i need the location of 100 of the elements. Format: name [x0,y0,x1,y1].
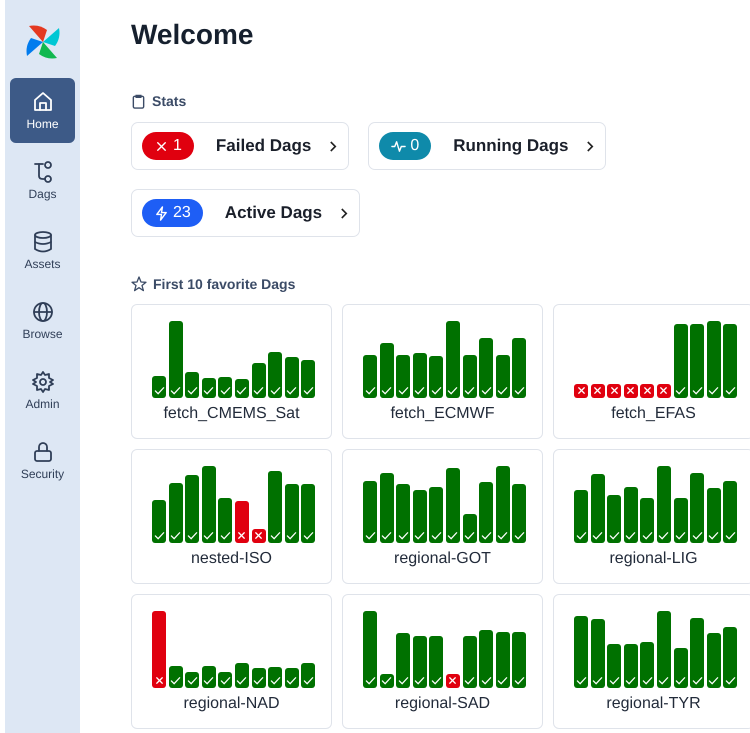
success-run-bar[interactable] [723,324,738,398]
success-run-bar[interactable] [202,666,216,688]
success-run-bar[interactable] [363,481,377,543]
success-run-bar[interactable] [284,484,299,543]
success-run-bar[interactable] [446,468,460,543]
success-run-bar[interactable] [674,648,688,688]
stat-card[interactable]: 1 Failed Dags [131,122,350,170]
success-run-bar[interactable] [152,376,166,398]
success-run-bar[interactable] [512,632,526,688]
success-run-bar[interactable] [674,498,688,543]
failed-run-bar[interactable] [590,384,605,398]
success-run-bar[interactable] [301,662,316,688]
success-run-bar[interactable] [590,474,605,543]
success-run-bar[interactable] [284,668,299,688]
success-run-bar[interactable] [479,338,494,398]
failed-run-bar[interactable] [252,529,266,543]
success-run-bar[interactable] [462,514,477,543]
success-run-bar[interactable] [656,611,671,688]
success-run-bar[interactable] [234,662,249,688]
success-run-bar[interactable] [462,636,477,688]
success-run-bar[interactable] [268,352,282,398]
success-run-bar[interactable] [412,490,427,543]
success-run-bar[interactable] [706,632,721,688]
success-run-bar[interactable] [624,486,638,543]
success-run-bar[interactable] [396,484,410,543]
failed-run-bar[interactable] [607,384,622,398]
success-run-bar[interactable] [656,466,671,543]
success-run-bar[interactable] [723,627,738,688]
success-run-bar[interactable] [152,500,166,543]
success-run-bar[interactable] [380,343,394,398]
success-run-bar[interactable] [640,498,654,543]
success-run-bar[interactable] [218,498,232,543]
success-run-bar[interactable] [284,357,299,398]
success-run-bar[interactable] [607,494,622,543]
nav-item[interactable]: Browse [10,288,75,353]
success-run-bar[interactable] [690,472,704,543]
success-run-bar[interactable] [396,633,410,688]
success-run-bar[interactable] [234,378,249,398]
success-run-bar[interactable] [479,630,494,688]
success-run-bar[interactable] [496,354,510,398]
success-run-bar[interactable] [429,486,444,543]
nav-item[interactable]: Home [10,78,75,143]
success-run-bar[interactable] [690,618,704,688]
success-run-bar[interactable] [252,668,266,688]
success-run-bar[interactable] [301,360,316,398]
success-run-bar[interactable] [268,667,282,688]
success-run-bar[interactable] [429,636,444,688]
failed-run-bar[interactable] [574,384,588,398]
success-run-bar[interactable] [301,484,316,543]
failed-run-bar[interactable] [446,674,460,688]
success-run-bar[interactable] [363,611,377,688]
success-run-bar[interactable] [429,356,444,398]
success-run-bar[interactable] [706,488,721,543]
dag-card[interactable]: fetch_CMEMS_Sat [131,304,332,439]
success-run-bar[interactable] [268,471,282,543]
nav-item[interactable]: Dags [10,148,75,213]
success-run-bar[interactable] [202,466,216,543]
dag-card[interactable]: regional-TYR [553,594,750,729]
success-run-bar[interactable] [185,372,200,398]
dag-card[interactable]: regional-NAD [131,594,332,729]
nav-item[interactable]: Security [10,428,75,493]
success-run-bar[interactable] [496,632,510,688]
success-run-bar[interactable] [363,354,377,398]
stat-card[interactable]: 0 Running Dags [368,122,606,170]
success-run-bar[interactable] [674,324,688,398]
success-run-bar[interactable] [496,466,510,543]
stat-card[interactable]: 23 Active Dags [131,189,360,237]
dag-card[interactable]: fetch_ECMWF [342,304,543,439]
success-run-bar[interactable] [607,644,622,688]
success-run-bar[interactable] [690,324,704,398]
dag-card[interactable]: regional-LIG [553,449,750,584]
nav-item[interactable]: Assets [10,218,75,283]
success-run-bar[interactable] [479,482,494,543]
dag-card[interactable]: regional-SAD [342,594,543,729]
success-run-bar[interactable] [168,321,183,398]
failed-run-bar[interactable] [234,500,249,543]
failed-run-bar[interactable] [640,384,654,398]
failed-run-bar[interactable] [152,611,166,688]
success-run-bar[interactable] [202,378,216,398]
dag-card[interactable]: nested-ISO [131,449,332,584]
failed-run-bar[interactable] [624,384,638,398]
success-run-bar[interactable] [380,674,394,688]
success-run-bar[interactable] [706,321,721,398]
success-run-bar[interactable] [574,490,588,543]
success-run-bar[interactable] [512,338,526,398]
success-run-bar[interactable] [412,352,427,398]
success-run-bar[interactable] [218,672,232,688]
success-run-bar[interactable] [185,672,200,688]
success-run-bar[interactable] [512,484,526,543]
success-run-bar[interactable] [574,616,588,688]
nav-item[interactable]: Admin [10,358,75,423]
success-run-bar[interactable] [218,377,232,398]
failed-run-bar[interactable] [656,384,671,398]
success-run-bar[interactable] [590,618,605,688]
success-run-bar[interactable] [380,472,394,543]
dag-card[interactable]: regional-GOT [342,449,543,584]
success-run-bar[interactable] [640,642,654,688]
success-run-bar[interactable] [185,475,200,543]
success-run-bar[interactable] [723,480,738,543]
success-run-bar[interactable] [252,362,266,398]
